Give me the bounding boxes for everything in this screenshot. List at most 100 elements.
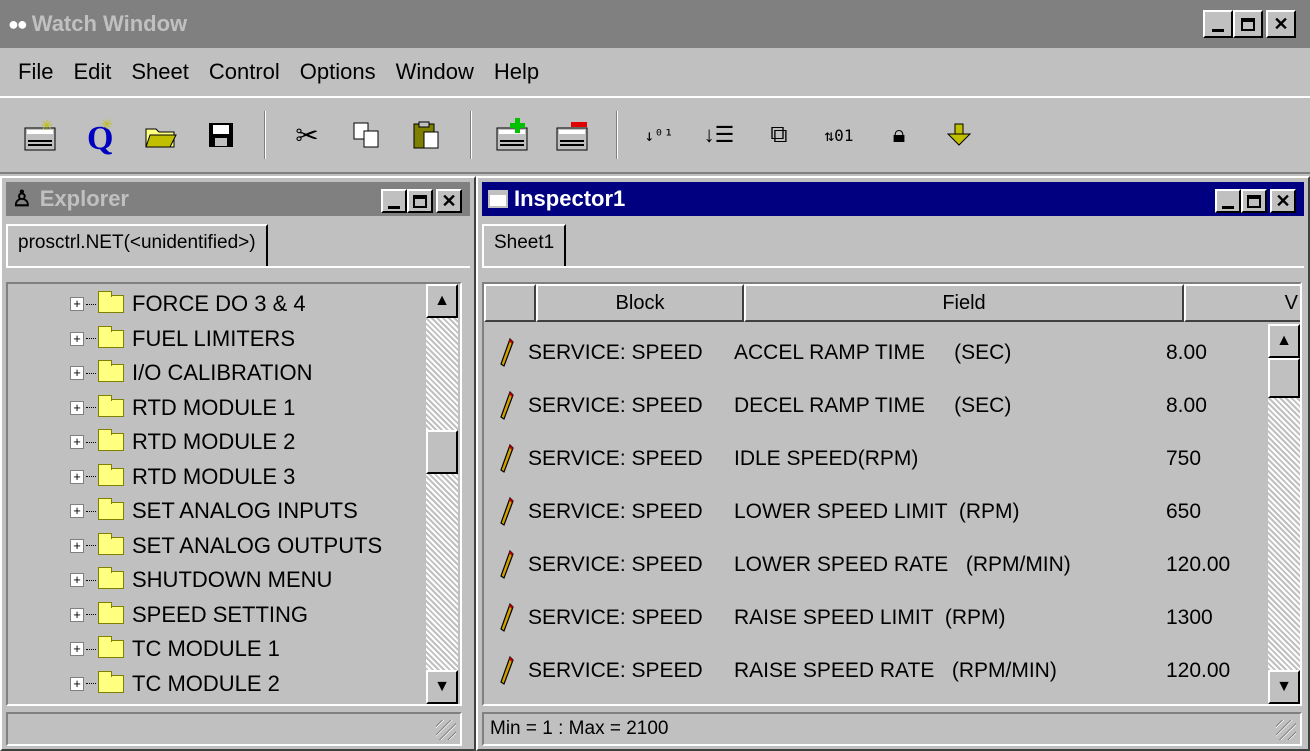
expand-icon[interactable]: + (70, 331, 84, 346)
expand-icon[interactable]: + (70, 573, 84, 587)
tree-item[interactable]: + FORCE DO 3 & 4 (70, 286, 306, 322)
tree-item[interactable]: + FUEL LIMITERS (70, 321, 295, 357)
cell-value[interactable]: 750 (1166, 447, 1250, 471)
minimize-icon (1212, 28, 1224, 32)
expand-icon[interactable]: + (70, 469, 84, 484)
table-row[interactable]: SERVICE: SPEED RAISE SPEED LIMIT (RPM) 130… (484, 589, 1250, 647)
save-button[interactable] (198, 112, 244, 158)
inspector-minimize-button[interactable] (1215, 189, 1241, 213)
menu-sheet[interactable]: Sheet (121, 59, 199, 85)
cell-value[interactable]: 8.00 (1166, 341, 1250, 365)
lock-button[interactable]: 🔒︎ (876, 112, 922, 158)
resize-grip[interactable] (1276, 720, 1296, 740)
tree-item[interactable]: + RTD MODULE 3 (70, 459, 295, 495)
inspector-close-button[interactable]: ✕ (1270, 189, 1296, 213)
folder-icon (98, 601, 124, 624)
table-row[interactable]: SERVICE: SPEED LOWER SPEED RATE (RPM/MIN)… (484, 536, 1250, 594)
scroll-thumb[interactable] (426, 430, 458, 474)
cell-field: RAISE SPEED LIMIT (RPM) (734, 606, 1006, 629)
explorer-close-button[interactable]: ✕ (436, 189, 462, 213)
tree-item[interactable]: + I/O CALIBRATION (70, 355, 313, 391)
expand-icon[interactable]: + (70, 676, 84, 691)
open-button[interactable] (138, 112, 184, 158)
scroll-down-button[interactable]: ▼ (426, 670, 458, 704)
scroll-down-button[interactable]: ▼ (1268, 670, 1300, 704)
sort-list-button[interactable]: ↓☰ (696, 112, 742, 158)
cell-value[interactable]: 120.00 (1166, 659, 1250, 683)
menu-control[interactable]: Control (199, 59, 290, 85)
folder-icon (98, 291, 124, 313)
paste-button[interactable] (404, 112, 450, 158)
tree-item[interactable]: + SHUTDOWN MENU (70, 562, 332, 598)
column-header-value[interactable]: V (1184, 284, 1300, 322)
remove-row-button[interactable] (550, 112, 596, 158)
table-row[interactable]: SERVICE: SPEED LOWER SPEED LIMIT (RPM) 650 (484, 483, 1250, 541)
resize-grip[interactable] (436, 720, 456, 740)
column-header-field[interactable]: Field (744, 284, 1184, 322)
explorer-caption-buttons: ✕ (381, 189, 462, 213)
expand-icon[interactable]: + (70, 607, 84, 622)
inspector-scrollbar[interactable]: ▲ ▼ (1268, 324, 1300, 704)
menu-options[interactable]: Options (290, 59, 386, 85)
header-select-cell[interactable] (484, 284, 536, 322)
tree-item[interactable]: + TC MODULE 2 (70, 666, 280, 702)
minimize-button[interactable] (1203, 10, 1233, 38)
cell-value[interactable]: 120.00 (1166, 553, 1250, 577)
tree-item[interactable]: + RTD MODULE 2 (70, 424, 295, 460)
new-inspector-button[interactable]: Q ✳ (78, 112, 124, 158)
menu-file[interactable]: File (8, 59, 63, 85)
explorer-minimize-button[interactable] (381, 189, 407, 213)
tab-project[interactable]: prosctrl.NET(<unidentified>) (6, 224, 268, 266)
tree-item[interactable]: + TC MODULE 1 (70, 631, 280, 667)
tree-item[interactable]: + SET ANALOG OUTPUTS (70, 528, 382, 564)
expand-icon[interactable]: + (70, 538, 84, 553)
tree-item-label: TC MODULE 2 (132, 670, 280, 696)
expand-icon[interactable]: + (70, 435, 84, 449)
maximize-button[interactable] (1233, 10, 1263, 38)
add-row-button[interactable] (490, 112, 536, 158)
tab-sheet1[interactable]: Sheet1 (482, 224, 567, 266)
toolbar: ✳ Q ✳ ✂ ↓⁰¹ ↓☰ ⧉ ⇅01 🔒︎ (0, 96, 1310, 174)
inspector-maximize-button[interactable] (1241, 189, 1267, 213)
table-row[interactable]: SERVICE: SPEED DECEL RAMP TIME (SEC) 8.00 (484, 377, 1250, 435)
table-row[interactable]: SERVICE: SPEED ACCEL RAMP TIME (SEC) 8.00 (484, 324, 1250, 382)
tree-item-label: RTD MODULE 1 (132, 394, 296, 420)
folder-icon (98, 394, 124, 417)
sort-ascending-button[interactable]: ↓⁰¹ (636, 112, 682, 158)
expand-icon[interactable]: + (70, 297, 84, 311)
menu-help[interactable]: Help (484, 59, 549, 85)
table-row[interactable]: SERVICE: SPEED IDLE SPEED(RPM) 750 (484, 430, 1250, 488)
tree-item[interactable]: + RTD MODULE 1 (70, 390, 295, 426)
tree-connector (86, 545, 96, 546)
menu-window[interactable]: Window (386, 59, 484, 85)
copy-button[interactable] (344, 112, 390, 158)
scroll-up-button[interactable]: ▲ (426, 284, 458, 318)
menu-edit[interactable]: Edit (63, 59, 121, 85)
expand-icon[interactable]: + (70, 400, 84, 415)
cell-block: SERVICE: SPEED (528, 447, 703, 470)
download-button[interactable] (936, 112, 982, 158)
expand-icon[interactable]: + (70, 504, 84, 518)
new-sheet-button[interactable]: ✳ (18, 112, 64, 158)
binary-icon: ⇅01 (824, 125, 854, 145)
explorer-maximize-button[interactable] (407, 189, 433, 213)
scroll-thumb[interactable] (1268, 358, 1300, 398)
cell-field: RAISE SPEED RATE (RPM/MIN) (734, 659, 1057, 682)
tree-item[interactable]: + SET ANALOG INPUTS (70, 493, 358, 529)
explorer-scrollbar[interactable]: ▲ ▼ (426, 284, 458, 704)
expand-icon[interactable]: + (70, 642, 84, 656)
cell-value[interactable]: 1300 (1166, 606, 1250, 630)
tree-item[interactable]: + SPEED SETTING (70, 597, 308, 633)
column-header-block[interactable]: Block (536, 284, 744, 322)
cut-button[interactable]: ✂ (284, 112, 330, 158)
expand-icon[interactable]: + (70, 366, 84, 380)
cell-value[interactable]: 650 (1166, 500, 1250, 524)
binary-button[interactable]: ⇅01 (816, 112, 862, 158)
pencil-icon (500, 444, 514, 473)
save-values-button[interactable]: ⧉ (756, 112, 802, 158)
table-row[interactable]: SERVICE: SPEED RAISE SPEED RATE (RPM/MIN)… (484, 642, 1250, 700)
cell-value[interactable]: 8.00 (1166, 394, 1250, 418)
toolbar-separator (470, 111, 472, 159)
close-button[interactable]: ✕ (1266, 10, 1296, 38)
scroll-up-button[interactable]: ▲ (1268, 324, 1300, 358)
